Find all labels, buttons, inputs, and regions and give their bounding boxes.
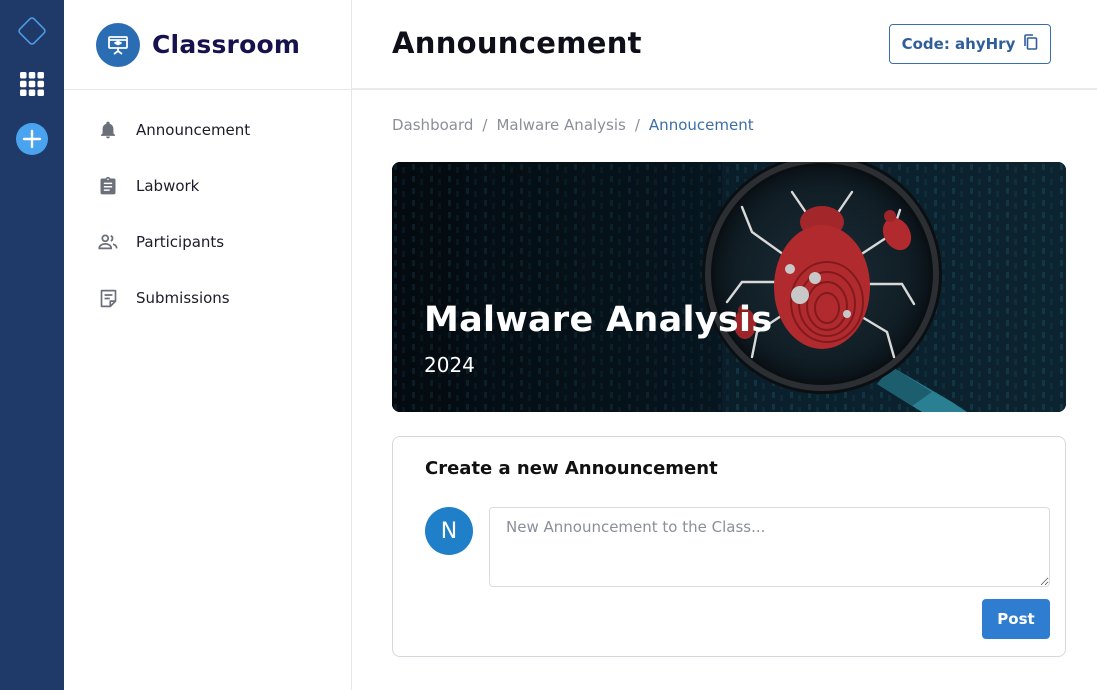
app-rail	[0, 0, 64, 690]
clipboard-icon	[96, 174, 120, 198]
create-announcement-card: Create a new Announcement N Post	[392, 436, 1066, 657]
sidebar-item-label: Submissions	[136, 289, 230, 307]
course-title: Malware Analysis	[424, 300, 773, 340]
class-code-label: Code: ahyHry	[901, 35, 1016, 53]
breadcrumb: Dashboard / Malware Analysis / Annouceme…	[392, 116, 754, 134]
announcement-input[interactable]	[489, 507, 1050, 587]
avatar: N	[425, 507, 473, 555]
diamond-logo-icon[interactable]	[14, 13, 50, 49]
card-title: Create a new Announcement	[425, 458, 718, 479]
breadcrumb-separator: /	[634, 116, 640, 134]
sidebar-item-participants[interactable]: Participants	[96, 224, 224, 260]
breadcrumb-dashboard[interactable]: Dashboard	[392, 116, 473, 134]
brand-name: Classroom	[152, 30, 301, 59]
note-icon	[96, 286, 120, 310]
class-code-button[interactable]: Code: ahyHry	[889, 24, 1051, 64]
page-header: Announcement Code: ahyHry	[352, 0, 1097, 90]
breadcrumb-course[interactable]: Malware Analysis	[496, 116, 625, 134]
page-title: Announcement	[392, 26, 642, 60]
sidebar-item-submissions[interactable]: Submissions	[96, 280, 230, 316]
banner-artwork	[392, 162, 1066, 412]
copy-icon	[1023, 34, 1038, 54]
sidebar-item-label: Labwork	[136, 177, 200, 195]
classroom-presentation-icon	[96, 22, 140, 67]
brand[interactable]: Classroom	[64, 0, 351, 90]
sidebar-item-labwork[interactable]: Labwork	[96, 168, 199, 204]
sidebar: Classroom Announcement Labwork Participa…	[64, 0, 352, 690]
breadcrumb-separator: /	[482, 116, 488, 134]
add-circle-icon[interactable]	[14, 121, 50, 157]
sidebar-item-label: Announcement	[136, 121, 251, 139]
sidebar-item-announcement[interactable]: Announcement	[96, 112, 250, 148]
people-icon	[96, 230, 120, 254]
course-year: 2024	[424, 353, 475, 377]
course-banner: Malware Analysis 2024	[392, 162, 1066, 412]
sidebar-item-label: Participants	[136, 233, 225, 251]
post-button[interactable]: Post	[982, 599, 1050, 639]
apps-grid-icon[interactable]	[14, 66, 50, 102]
bell-icon	[96, 118, 120, 142]
breadcrumb-current: Annoucement	[648, 116, 754, 134]
